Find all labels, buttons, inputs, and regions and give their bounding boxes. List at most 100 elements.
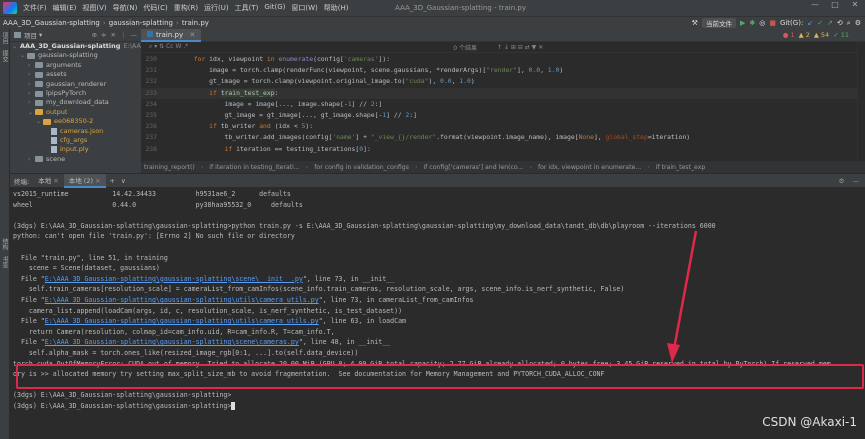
close-icon[interactable]: ✕: [111, 31, 116, 39]
collapse-icon[interactable]: ≑: [101, 31, 106, 39]
chevron-down-icon[interactable]: ⌄: [36, 117, 43, 126]
menu-item[interactable]: 运行(U): [201, 3, 232, 13]
hide-icon[interactable]: —: [131, 31, 138, 39]
code-breadcrumb[interactable]: if iteration in testing_iterati...: [206, 164, 302, 171]
code-line[interactable]: 237 tb_writer.add_images(config['name'] …: [141, 132, 865, 143]
menu-item[interactable]: 窗口(W): [288, 3, 320, 13]
code-line[interactable]: 233 if train_test_exp:: [141, 87, 865, 99]
tree-item[interactable]: ⌄ ee068350-2: [10, 117, 141, 126]
line-number[interactable]: 235: [141, 110, 163, 121]
chevron-down-icon[interactable]: ⌄: [28, 108, 35, 117]
code-line[interactable]: 234 image = image[..., image.shape[-1] /…: [141, 99, 865, 110]
code-line[interactable]: 236 if tb_writer and (idx < 5):: [141, 121, 865, 132]
tool-window-project[interactable]: 项目: [0, 29, 9, 47]
stop-icon[interactable]: ■: [769, 19, 776, 27]
menu-item[interactable]: 代码(C): [140, 3, 170, 13]
search-options-icons[interactable]: ⌕ ▾ ⇅ Cc W .*: [149, 43, 188, 51]
coverage-icon[interactable]: ◎: [759, 19, 765, 27]
chevron-right-icon[interactable]: ›: [28, 80, 35, 89]
tool-window-bookmarks[interactable]: 书签: [0, 253, 9, 271]
code-breadcrumb[interactable]: for idx, viewpoint in enumerate...: [535, 164, 644, 171]
code-breadcrumb[interactable]: for config in validation_configs: [311, 164, 412, 171]
tree-item[interactable]: cameras.json: [10, 127, 141, 136]
git-commit-icon[interactable]: ✓: [817, 19, 823, 27]
menu-item[interactable]: 视图(V): [79, 3, 109, 13]
menu-item[interactable]: 帮助(H): [321, 3, 352, 13]
minimize-button[interactable]: —: [805, 0, 825, 9]
tool-window-commit[interactable]: 提交: [0, 47, 9, 65]
options-icon[interactable]: ⋮: [120, 31, 127, 39]
menu-item[interactable]: 重构(R): [171, 3, 201, 13]
code-line[interactable]: 238 if iteration == testing_iterations[0…: [141, 144, 865, 155]
chevron-right-icon[interactable]: ›: [28, 89, 35, 98]
menu-item[interactable]: 文件(F): [20, 3, 50, 13]
line-number[interactable]: 234: [141, 99, 163, 110]
tree-item[interactable]: input.ply: [10, 145, 141, 154]
git-push-icon[interactable]: ↗: [827, 19, 833, 27]
close-icon[interactable]: ✕: [53, 177, 58, 185]
history-icon[interactable]: ⟲: [837, 19, 843, 27]
new-terminal-button[interactable]: +: [106, 177, 119, 185]
code-area[interactable]: 230 for idx, viewpoint in enumerate(conf…: [141, 54, 865, 161]
chevron-right-icon[interactable]: ›: [28, 70, 35, 79]
close-icon[interactable]: ✕: [95, 177, 100, 185]
line-number[interactable]: 231: [141, 65, 163, 76]
line-number[interactable]: 236: [141, 121, 163, 132]
tree-item[interactable]: ⌄ gaussian-splatting: [10, 51, 141, 60]
minimize-icon[interactable]: —: [853, 177, 860, 185]
terminal-output[interactable]: vs2015_runtime 14.42.34433 h9531ae6_2 de…: [10, 189, 865, 439]
line-number[interactable]: 237: [141, 132, 163, 143]
tree-item[interactable]: › assets: [10, 70, 141, 79]
tab-train-py[interactable]: train.py ✕: [141, 28, 202, 42]
file-link[interactable]: E:\AAA_3D_Gaussian-splatting\gaussian-sp…: [45, 338, 299, 346]
search-icon[interactable]: ⌕: [847, 19, 851, 28]
locate-icon[interactable]: ⊕: [92, 31, 97, 39]
chevron-right-icon[interactable]: ›: [28, 155, 35, 164]
line-number[interactable]: 233: [141, 88, 163, 99]
terminal-tab-local[interactable]: 本地 ✕: [33, 174, 64, 188]
editor-scrollbar[interactable]: [857, 42, 865, 173]
tree-item[interactable]: › arguments: [10, 61, 141, 70]
code-line[interactable]: 232 gt_image = torch.clamp(viewpoint.ori…: [141, 76, 865, 87]
chevron-right-icon[interactable]: ›: [28, 98, 35, 107]
code-line[interactable]: 231 image = torch.clamp(renderFunc(viewp…: [141, 65, 865, 76]
breadcrumb-folder[interactable]: gaussian-splatting: [106, 19, 176, 27]
project-panel-title[interactable]: 项目: [24, 30, 37, 40]
search-nav-icons[interactable]: ↑ ↓ ⊞ ⊟ ⇄ ▼ ✕: [497, 44, 543, 51]
menu-item[interactable]: 导航(N): [110, 3, 141, 13]
code-line[interactable]: 235 gt_image = gt_image[..., gt_image.sh…: [141, 110, 865, 121]
chevron-down-icon[interactable]: ▾: [39, 31, 42, 39]
maximize-button[interactable]: □: [825, 0, 845, 9]
settings-icon[interactable]: ⚙: [855, 19, 861, 27]
file-link[interactable]: E:\AAA_3D_Gaussian-splatting\gaussian-sp…: [45, 296, 319, 304]
tool-window-structure[interactable]: 结构: [0, 235, 9, 253]
line-number[interactable]: 230: [141, 54, 163, 65]
close-icon[interactable]: ✕: [189, 31, 195, 39]
menu-item[interactable]: 编辑(E): [50, 3, 80, 13]
breadcrumb-file[interactable]: train.py: [179, 19, 212, 27]
code-breadcrumb[interactable]: if config['cameras'] and len(co...: [420, 164, 526, 171]
terminal-tab-local-2[interactable]: 本地 (2) ✕: [63, 173, 106, 188]
breadcrumb-project[interactable]: AAA_3D_Gaussian-splatting: [0, 19, 103, 27]
git-update-icon[interactable]: ↙: [807, 19, 813, 27]
close-button[interactable]: ✕: [845, 0, 865, 9]
tree-item[interactable]: › scene: [10, 155, 141, 164]
chevron-right-icon[interactable]: ›: [28, 61, 35, 70]
debug-icon[interactable]: ✱: [749, 19, 755, 27]
line-number[interactable]: 232: [141, 76, 163, 87]
menu-item[interactable]: Git(G): [261, 3, 288, 13]
tree-root[interactable]: ⌄ AAA_3D_Gaussian-splatting E:\AA: [10, 42, 141, 51]
chevron-down-icon[interactable]: ⌄: [20, 51, 27, 60]
tree-item[interactable]: › lpipsPyTorch: [10, 89, 141, 98]
menu-item[interactable]: 工具(T): [232, 3, 262, 13]
file-link[interactable]: E:\AAA_3D_Gaussian-splatting\gaussian-sp…: [45, 317, 319, 325]
chevron-down-icon[interactable]: ∨: [119, 177, 128, 185]
tree-item[interactable]: › my_download_data: [10, 98, 141, 107]
tree-item[interactable]: › gaussian_renderer: [10, 80, 141, 89]
code-line[interactable]: 230 for idx, viewpoint in enumerate(conf…: [141, 54, 865, 65]
inspection-widget[interactable]: ● 1 ▲ 2 ▲ 54 ✓ 11: [783, 31, 849, 39]
hammer-icon[interactable]: ⚒: [692, 19, 698, 27]
file-link[interactable]: E:\AAA_3D_Gaussian-splatting\gaussian-sp…: [45, 275, 303, 283]
code-breadcrumb[interactable]: if train_test_exp: [653, 164, 709, 171]
tree-item[interactable]: ⌄ output: [10, 108, 141, 117]
